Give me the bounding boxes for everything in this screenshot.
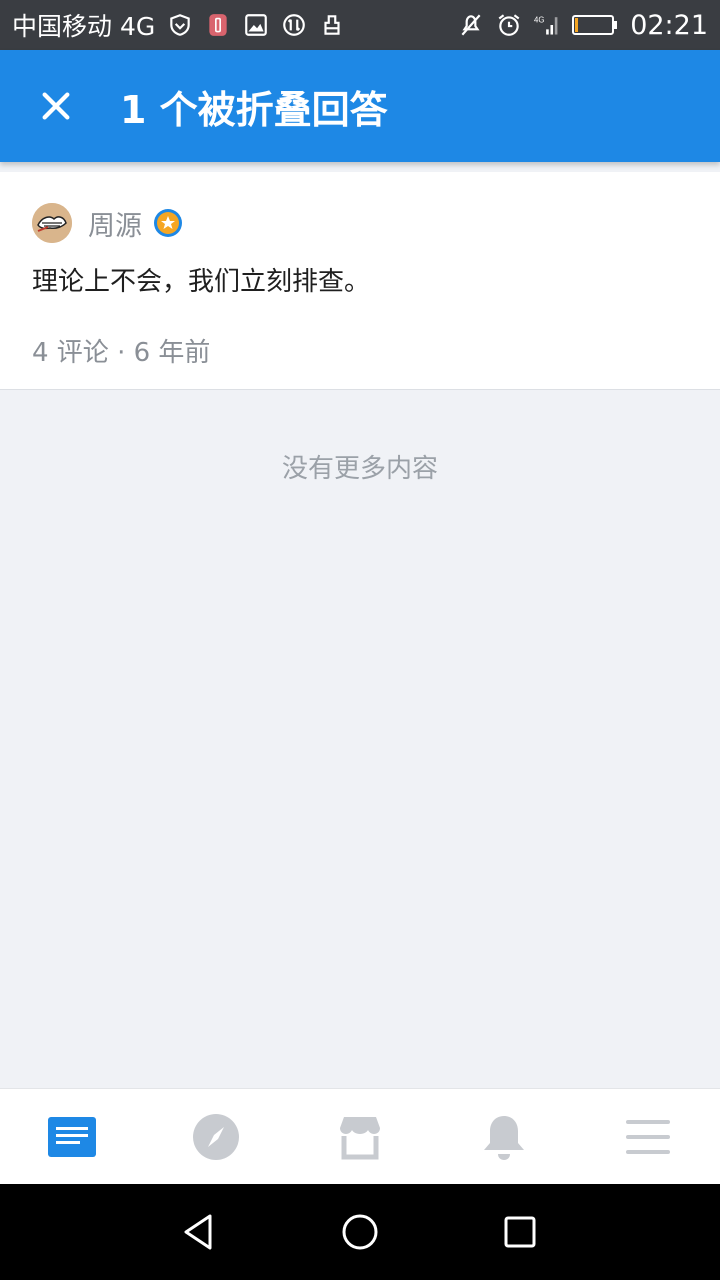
feed-icon [48,1116,96,1157]
avatar[interactable] [32,203,72,243]
alarm-icon [496,12,522,38]
battery-icon [572,12,618,38]
nav-item-explore[interactable] [168,1089,264,1185]
nav-item-notifications[interactable] [456,1089,552,1185]
bottom-nav [0,1088,720,1184]
status-bar-left: 中国移动 4G [12,7,345,43]
signal-icon: 4G [534,12,560,38]
back-button[interactable] [175,1207,225,1257]
svg-text:4G: 4G [534,15,544,24]
app-notification-icon [205,12,231,38]
store-icon [340,1116,380,1159]
sync-icon [281,12,307,38]
usb-icon [319,12,345,38]
answer-meta: 4 评论 · 6 年前 [32,337,211,368]
compass-icon [193,1113,239,1160]
status-bar-right: 4G 02:21 [458,10,708,41]
home-circle-icon [342,1214,378,1250]
verified-badge-icon [154,209,182,237]
status-bar: 中国移动 4G 4G 02:21 [0,0,720,50]
clock: 02:21 [630,9,708,41]
nav-item-more[interactable] [600,1089,696,1185]
carrier-label: 中国移动 4G [12,12,156,41]
answer-text: 理论上不会，我们立刻排查。 [32,267,371,297]
back-triangle-icon [184,1214,212,1250]
close-icon [42,92,70,120]
close-button[interactable] [0,50,112,162]
system-nav-bar [0,1184,720,1280]
mute-icon [458,12,484,38]
bell-icon [484,1115,524,1160]
author-name[interactable]: 周源 [88,204,142,243]
nav-item-feed[interactable] [24,1089,120,1185]
recents-square-icon [504,1216,536,1248]
image-icon [243,12,269,38]
list-end-label: 没有更多内容 [281,454,438,484]
page-title: 1 个被折叠回答 [120,87,388,132]
answer-card[interactable]: 周源 理论上不会，我们立刻排查。 4 评论 · 6 年前 [0,172,720,390]
recents-button[interactable] [495,1207,545,1257]
author-row: 周源 [32,202,688,244]
home-button[interactable] [335,1207,385,1257]
menu-icon [626,1119,670,1154]
app-bar: 1 个被折叠回答 [0,50,720,162]
shield-icon [167,12,193,38]
nav-item-store[interactable] [312,1089,408,1185]
